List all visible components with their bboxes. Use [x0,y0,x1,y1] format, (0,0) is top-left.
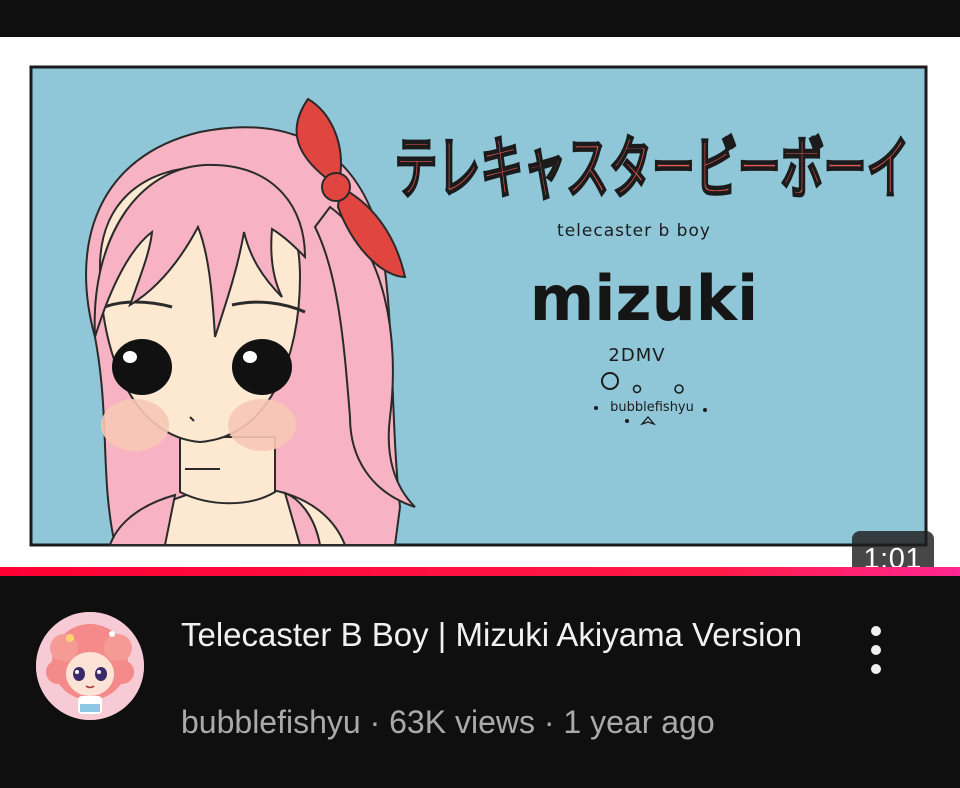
video-title[interactable]: Telecaster B Boy | Mizuki Akiyama Versio… [181,614,811,656]
upload-age: 1 year ago [563,704,715,740]
thumbnail-artist-signature: bubblefishyu [610,400,694,415]
menu-dot [871,626,881,636]
video-metadata-line: bubblefishyu · 63K views · 1 year ago [181,702,715,742]
menu-dot [871,664,881,674]
video-details[interactable]: Telecaster B Boy | Mizuki Akiyama Versio… [0,576,960,788]
thumbnail-subtitle: telecaster b boy [557,221,711,241]
video-thumbnail[interactable]: テレキャスタービーボーイ telecaster b boy mizuki 2DM… [0,37,960,567]
channel-name[interactable]: bubblefishyu [181,704,361,740]
thumbnail-character-name: mizuki [530,262,759,335]
watch-progress-fill [0,567,960,576]
view-count: 63K views [389,704,535,740]
metadata-separator: · [543,704,555,740]
duration-badge: 1:01 [851,531,934,567]
top-bar [0,0,960,37]
channel-avatar[interactable] [36,612,144,720]
metadata-separator: · [369,704,381,740]
thumbnail-title-jp: テレキャスタービーボーイ [395,130,910,209]
more-vertical-icon[interactable] [852,620,900,680]
menu-dot [871,645,881,655]
avatar-icon [36,612,144,720]
watch-progress-bar [0,567,960,576]
thumbnail-artwork: テレキャスタービーボーイ telecaster b boy mizuki 2DM… [29,65,928,547]
thumbnail-format: 2DMV [608,345,665,366]
